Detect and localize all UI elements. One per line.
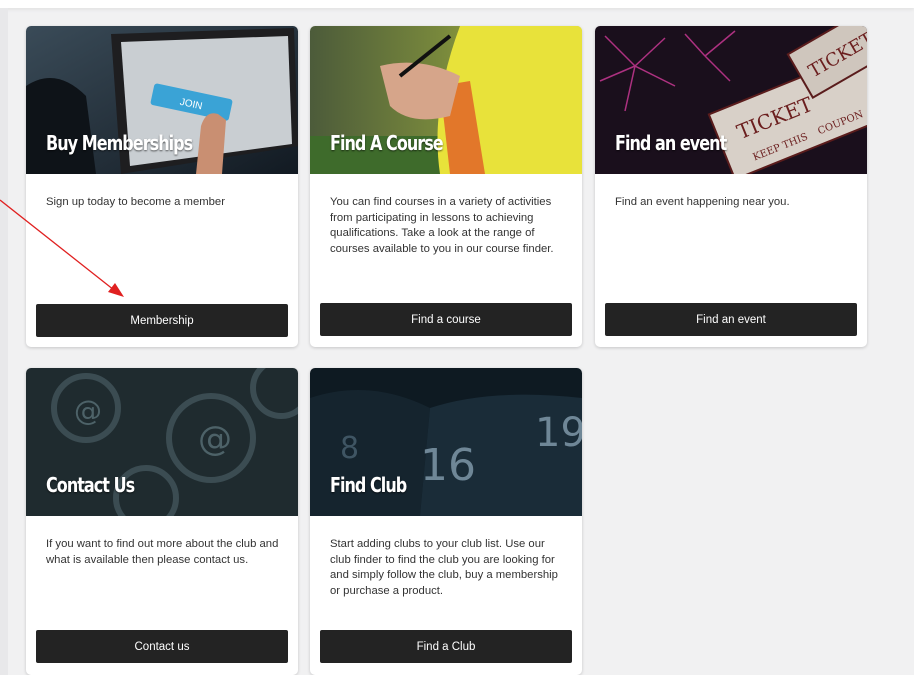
card-image-club: 16 19 8 Find Club [310, 368, 582, 516]
card-buy-memberships: JOIN Buy Memberships Sign up today to be… [26, 26, 298, 347]
card-title: Find A Course [330, 131, 444, 155]
jersey-number: 8 [340, 431, 359, 466]
find-an-event-button[interactable]: Find an event [605, 303, 857, 336]
card-title: Find Club [330, 473, 407, 497]
card-image-event: TICKET KEEP THIS COUPON TICKET Find an e… [595, 26, 867, 174]
card-description: You can find courses in a variety of act… [330, 196, 554, 255]
card-image-membership: JOIN Buy Memberships [26, 26, 298, 174]
card-title: Buy Memberships [46, 131, 193, 155]
card-description: Find an event happening near you. [615, 196, 790, 208]
at-symbol: @ [74, 394, 102, 427]
card-find-club: 16 19 8 Find Club Start adding clubs to … [310, 368, 582, 675]
card-image-course: Find A Course [310, 26, 582, 174]
card-contact-us: @ @ Contact Us If you want to find out m… [26, 368, 298, 675]
left-gutter [0, 8, 8, 675]
card-title: Contact Us [46, 473, 135, 497]
find-a-course-button[interactable]: Find a course [320, 303, 572, 336]
card-description: Start adding clubs to your club list. Us… [330, 538, 558, 597]
jersey-number: 19 [535, 410, 582, 456]
card-title: Find an event [615, 131, 727, 155]
find-a-club-button[interactable]: Find a Club [320, 630, 572, 663]
card-description: Sign up today to become a member [46, 196, 225, 208]
membership-button[interactable]: Membership [36, 304, 288, 337]
card-description: If you want to find out more about the c… [46, 538, 279, 566]
contact-us-button[interactable]: Contact us [36, 630, 288, 663]
card-find-an-event: TICKET KEEP THIS COUPON TICKET Find an e… [595, 26, 867, 347]
at-symbol: @ [198, 419, 232, 459]
card-find-a-course: Find A Course You can find courses in a … [310, 26, 582, 347]
jersey-number: 16 [420, 440, 476, 491]
card-image-contact: @ @ Contact Us [26, 368, 298, 516]
top-bar [0, 0, 914, 8]
